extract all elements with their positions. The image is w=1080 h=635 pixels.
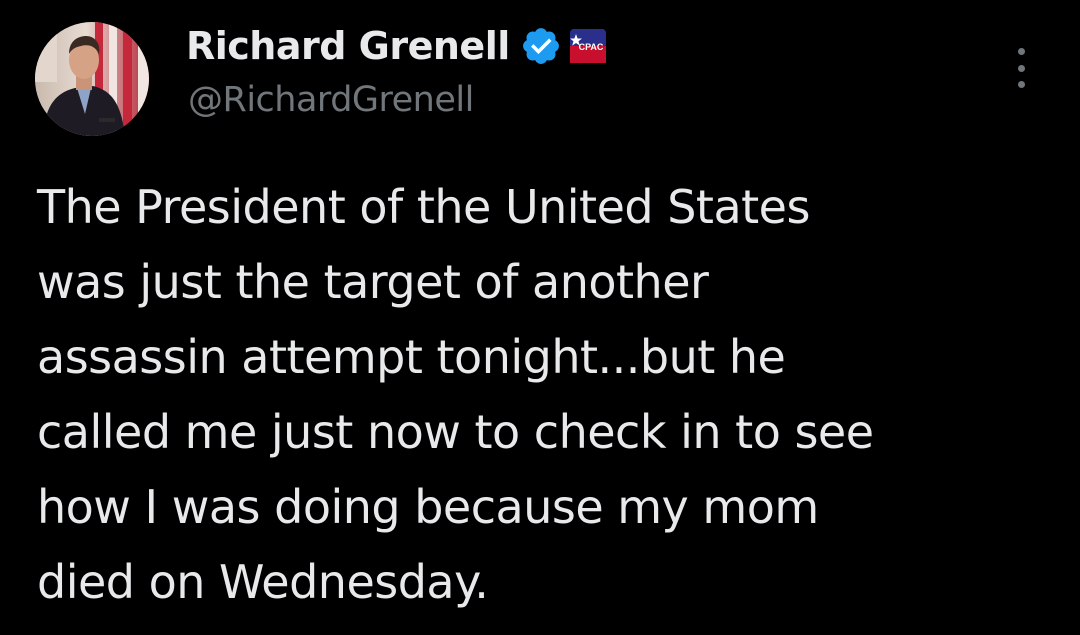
tweet-text-line: died on Wednesday. [37,555,489,609]
tweet-card: Richard Grenell CPAC @RichardGrenell The… [0,0,1080,635]
tweet-text: The President of the United States was j… [37,170,1047,620]
tweet-text-line: assassin attempt tonight...but he [37,330,786,384]
tweet-text-line: was just the target of another [37,255,709,309]
avatar[interactable] [35,22,149,136]
verified-badge-icon [520,25,562,67]
svg-text:CPAC: CPAC [578,42,603,52]
more-dot [1017,81,1025,88]
author-display-name[interactable]: Richard Grenell [186,24,510,68]
more-dot [1017,48,1025,55]
affiliate-badge-icon[interactable]: CPAC [569,29,606,63]
avatar-photo-icon [35,22,149,136]
tweet-text-line: how I was doing because my mom [37,480,819,534]
tweet-text-line: The President of the United States [37,180,810,234]
tweet-text-line: called me just now to check in to see [37,405,874,459]
author-name-row: Richard Grenell CPAC [186,20,606,72]
more-dot [1017,64,1025,72]
author-handle[interactable]: @RichardGrenell [188,80,474,120]
more-options-icon[interactable] [1010,48,1032,88]
